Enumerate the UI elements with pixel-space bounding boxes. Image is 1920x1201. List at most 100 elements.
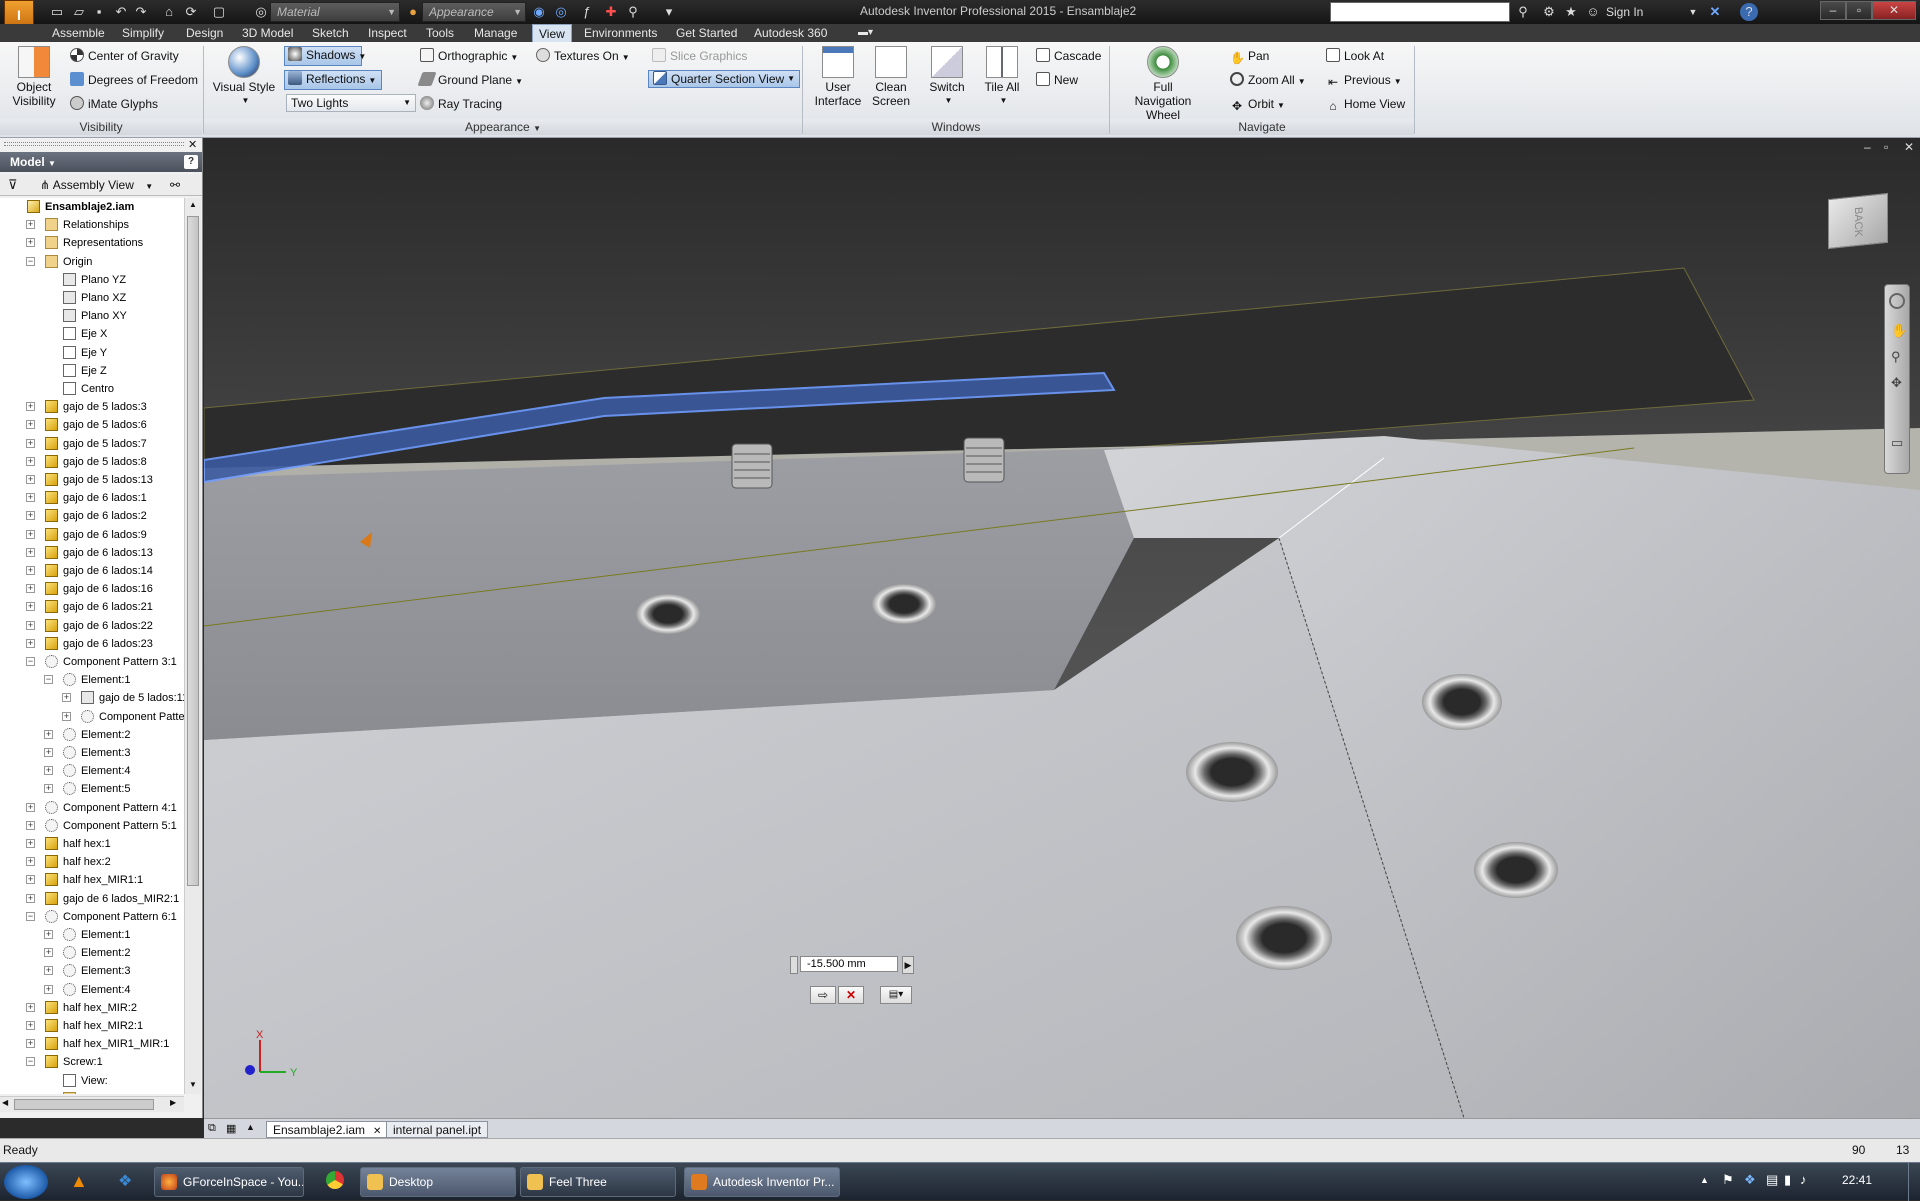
expand-icon[interactable]: + — [26, 1003, 35, 1012]
tree-item[interactable]: +Element:2 — [0, 944, 184, 962]
hole[interactable] — [636, 594, 700, 634]
help-search-input[interactable] — [1330, 2, 1510, 22]
hole[interactable] — [1422, 674, 1502, 730]
tab-autodesk-360[interactable]: Autodesk 360 — [748, 24, 833, 42]
textures-on-button[interactable]: Textures On▼ — [536, 48, 630, 66]
tile-all-button[interactable]: Tile All▼ — [976, 46, 1028, 108]
tab-view[interactable]: View — [532, 24, 572, 42]
apply-button[interactable]: ⇨ — [810, 986, 836, 1004]
tree-item[interactable]: +Relationships — [0, 216, 184, 234]
full-navigation-wheel-button[interactable]: Full Navigation Wheel — [1118, 46, 1208, 122]
volume-icon[interactable]: ♪ — [1800, 1172, 1807, 1187]
expand-icon[interactable]: + — [44, 730, 53, 739]
visual-style-button[interactable]: Visual Style▼ — [212, 46, 276, 108]
add-icon[interactable]: ✚ — [602, 3, 620, 21]
switch-button[interactable]: Switch▼ — [922, 46, 972, 108]
exchange-icon[interactable]: ✕ — [1706, 3, 1724, 21]
panel-grip[interactable] — [4, 142, 184, 146]
expand-icon[interactable]: + — [26, 511, 35, 520]
expand-icon[interactable]: + — [26, 875, 35, 884]
expand-icon[interactable]: + — [26, 402, 35, 411]
tree-item[interactable]: +Element:3 — [0, 744, 184, 762]
expand-icon[interactable]: + — [26, 439, 35, 448]
tree-item[interactable]: +Representations — [0, 234, 184, 252]
hole[interactable] — [1236, 906, 1332, 970]
expand-icon[interactable]: + — [44, 948, 53, 957]
tree-item[interactable]: +gajo de 5 lados:13 — [0, 471, 184, 489]
tree-item[interactable]: Eje Y — [0, 344, 184, 362]
find-icon[interactable]: ⚯ — [170, 174, 180, 196]
screw[interactable] — [964, 438, 1004, 482]
chevron-down-icon[interactable]: ▼ — [533, 124, 541, 133]
hole[interactable] — [872, 584, 936, 624]
collapse-icon[interactable]: − — [26, 657, 35, 666]
tree-item[interactable]: Ensamblaje2.iam — [0, 198, 184, 216]
browser-header[interactable]: Model ▼ ? — [0, 152, 202, 172]
measure-icon[interactable]: ◉ — [530, 3, 548, 21]
expand-icon[interactable]: + — [44, 784, 53, 793]
expand-icon[interactable]: + — [44, 766, 53, 775]
signal-icon[interactable]: ▮ — [1784, 1172, 1791, 1188]
tab-environments[interactable]: Environments — [578, 24, 663, 42]
orbit-icon[interactable]: ✥ — [1891, 375, 1902, 391]
maximize-button[interactable]: ▫ — [1846, 1, 1872, 20]
action-center-icon[interactable]: ⚑ — [1722, 1172, 1734, 1188]
expand-icon[interactable]: + — [26, 457, 35, 466]
home-icon[interactable]: ⌂ — [160, 3, 178, 21]
graphics-viewport[interactable]: X Y – ▫ ✕ BACK ✋ ⚲ ✥ ▭ ▶ ⇨ ✕ ▤▾ — [204, 138, 1920, 1118]
view-cube[interactable]: BACK — [1828, 193, 1888, 249]
drag-grip-icon[interactable] — [790, 956, 798, 974]
slice-graphics-button[interactable]: Slice Graphics — [652, 48, 747, 64]
zoom-icon[interactable]: ⚲ — [1891, 349, 1901, 365]
screw[interactable] — [732, 444, 772, 488]
tree-item[interactable]: +gajo de 6 lados:13 — [0, 544, 184, 562]
options-dropdown[interactable]: ▤▾ — [880, 986, 912, 1004]
new-file-icon[interactable]: ▭ — [48, 3, 66, 21]
degrees-of-freedom-button[interactable]: Degrees of Freedom — [70, 72, 198, 88]
undo-icon[interactable]: ↶ — [112, 3, 130, 21]
ilogic-icon[interactable]: ⚲ — [624, 3, 642, 21]
lighting-dropdown[interactable]: Two Lights▼ — [286, 94, 416, 112]
subscription-icon[interactable]: ⚙ — [1540, 3, 1558, 21]
tree-item[interactable]: +gajo de 6 lados:23 — [0, 635, 184, 653]
tree-item[interactable]: +Element:1 — [0, 926, 184, 944]
browser-vertical-scrollbar[interactable]: ▲ ▼ — [184, 198, 201, 1094]
dimension-value-input[interactable] — [800, 956, 898, 972]
expand-icon[interactable]: + — [62, 693, 71, 702]
expand-icon[interactable]: + — [26, 238, 35, 247]
tree-item[interactable]: +gajo de 5 lados:8 — [0, 453, 184, 471]
expand-icon[interactable]: + — [26, 1021, 35, 1030]
pan-hand-icon[interactable]: ✋ — [1891, 323, 1907, 339]
search-icon[interactable]: ⚲ — [1514, 3, 1532, 21]
pan-button[interactable]: ✋Pan — [1230, 48, 1269, 65]
tree-item[interactable]: +Element:5 — [0, 780, 184, 798]
tree-item[interactable]: Plano YZ — [0, 271, 184, 289]
help-icon[interactable]: ? — [1740, 3, 1758, 21]
user-interface-button[interactable]: User Interface — [810, 46, 866, 108]
expand-icon[interactable]: + — [44, 748, 53, 757]
task-inventor[interactable]: Autodesk Inventor Pr... — [684, 1167, 840, 1197]
expand-icon[interactable]: + — [26, 566, 35, 575]
customize-icon[interactable]: ▾ — [660, 3, 678, 21]
assembly-view-dropdown[interactable]: ⋔ Assembly View ▼ — [40, 174, 153, 198]
task-firefox[interactable]: GForceInSpace - You... — [154, 1167, 304, 1197]
doc-tab-ensamblaje2[interactable]: Ensamblaje2.iam✕ — [266, 1121, 388, 1138]
close-button[interactable]: ✕ — [1872, 1, 1916, 20]
tree-item[interactable]: +half hex_MIR:2 — [0, 999, 184, 1017]
minimize-button[interactable]: – — [1820, 1, 1846, 20]
tree-item[interactable]: +gajo de 6 lados:1 — [0, 489, 184, 507]
look-at-button[interactable]: Look At — [1326, 48, 1384, 64]
dropbox-tray-icon[interactable]: ❖ — [1744, 1172, 1756, 1188]
scroll-up-arrow-icon[interactable]: ▲ — [189, 200, 197, 209]
tree-item[interactable]: −Component Pattern 3:1 — [0, 653, 184, 671]
expand-icon[interactable]: + — [26, 621, 35, 630]
tree-item[interactable]: −Component Pattern 6:1 — [0, 908, 184, 926]
hole[interactable] — [1474, 842, 1558, 898]
scroll-right-arrow-icon[interactable]: ▶ — [170, 1098, 176, 1107]
clock[interactable]: 22:41 — [1842, 1173, 1872, 1187]
tree-item[interactable]: +half hex_MIR1_MIR:1 — [0, 1035, 184, 1053]
expand-icon[interactable]: + — [26, 530, 35, 539]
expand-icon[interactable]: + — [26, 821, 35, 830]
expand-icon[interactable]: + — [44, 966, 53, 975]
tree-item[interactable]: Eje Z — [0, 362, 184, 380]
